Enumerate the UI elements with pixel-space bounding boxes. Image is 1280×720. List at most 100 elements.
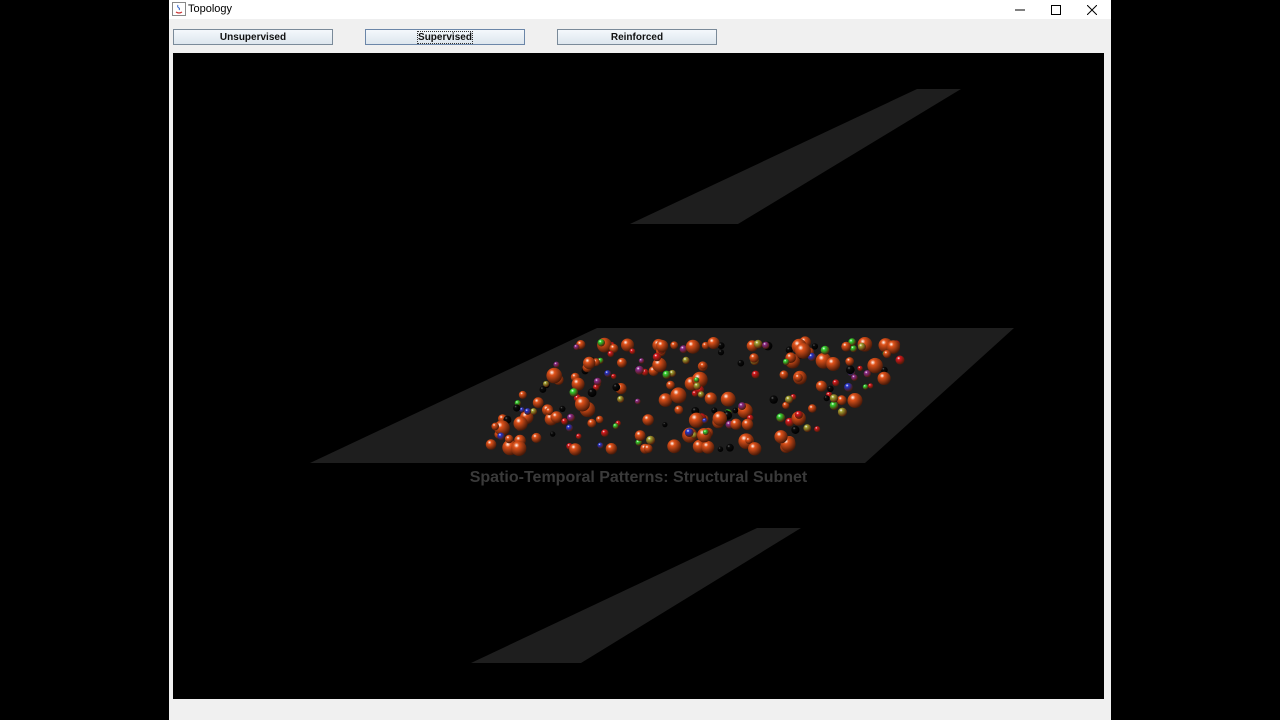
reinforced-button-label: Reinforced xyxy=(610,31,664,43)
neuron-sphere xyxy=(857,365,863,372)
neuron-sphere xyxy=(670,387,687,404)
neuron-sphere xyxy=(569,443,582,456)
neuron-sphere xyxy=(513,404,521,412)
neuron-sphere xyxy=(829,394,839,403)
neuron-sphere xyxy=(841,341,852,352)
neuron-sphere xyxy=(826,357,841,371)
neuron-sphere xyxy=(667,439,682,454)
neuron-sphere xyxy=(693,382,701,390)
minimize-button[interactable] xyxy=(1002,0,1038,19)
close-button[interactable] xyxy=(1074,0,1110,19)
neuron-sphere xyxy=(597,442,604,449)
lower-layer-plane xyxy=(471,528,801,663)
neuron-sphere xyxy=(837,407,847,417)
neuron-sphere xyxy=(745,436,753,444)
neuron-sphere xyxy=(684,428,694,437)
neuron-sphere xyxy=(895,355,905,365)
java-app-icon xyxy=(172,2,186,16)
neuron-sphere xyxy=(504,434,514,444)
neuron-sphere xyxy=(794,373,803,382)
neuron-sphere xyxy=(717,349,725,356)
application-window: Topology Unsupervised Supervised Reinfor… xyxy=(169,0,1111,720)
neuron-sphere xyxy=(791,425,800,434)
neuron-sphere xyxy=(707,337,720,349)
neuron-sphere xyxy=(513,416,528,431)
neuron-sphere xyxy=(607,350,614,358)
neuron-sphere xyxy=(530,408,537,415)
upper-layer-plane xyxy=(630,89,961,224)
neuron-sphere xyxy=(785,395,793,404)
neuron-sphere xyxy=(697,391,705,398)
scene-caption: Spatio-Temporal Patterns: Structural Sub… xyxy=(469,469,808,486)
neuron-sphere xyxy=(857,342,866,351)
supervised-button-label: Supervised xyxy=(417,30,473,44)
status-bar xyxy=(169,700,1111,720)
neuron-sphere xyxy=(642,414,654,426)
neuron-sphere xyxy=(569,388,579,397)
neuron-sphere xyxy=(811,343,819,350)
neuron-sphere xyxy=(877,371,891,385)
neuron-sphere xyxy=(674,405,684,415)
neuron-sphere xyxy=(693,377,700,383)
neuron-sphere xyxy=(652,352,662,362)
neuron-sphere xyxy=(543,380,550,388)
neuron-sphere xyxy=(732,407,739,414)
neuron-sphere xyxy=(617,395,625,403)
neuron-sphere xyxy=(776,413,786,422)
neuron-sphere xyxy=(604,370,612,377)
supervised-button[interactable]: Supervised xyxy=(365,29,525,45)
neuron-sphere xyxy=(769,395,778,404)
neuron-sphere xyxy=(699,362,707,370)
scene-svg xyxy=(310,89,1014,663)
title-bar[interactable]: Topology xyxy=(169,0,1111,19)
neuron-sphere xyxy=(611,373,617,380)
neuron-sphere xyxy=(726,443,734,452)
neuron-sphere xyxy=(717,446,724,453)
neuron-sphere xyxy=(749,353,759,363)
neuron-sphere xyxy=(868,383,874,389)
neuron-sphere xyxy=(497,432,505,440)
neuron-sphere xyxy=(862,384,869,390)
neuron-sphere xyxy=(883,350,891,358)
neuron-sphere xyxy=(656,339,669,353)
neuron-sphere xyxy=(844,382,853,392)
neuron-sphere xyxy=(662,422,668,428)
minimize-icon xyxy=(1015,9,1025,10)
neuron-sphere xyxy=(730,418,742,430)
topology-3d-canvas[interactable]: Spatio-Temporal Patterns: Structural Sub… xyxy=(173,53,1104,699)
neuron-sphere xyxy=(851,374,858,381)
neuron-sphere xyxy=(702,429,709,436)
maximize-button[interactable] xyxy=(1038,0,1074,19)
neuron-sphere xyxy=(638,358,645,364)
neuron-sphere xyxy=(832,379,840,387)
neuron-sphere xyxy=(550,431,556,437)
neuron-sphere xyxy=(597,339,605,347)
neuron-sphere xyxy=(574,396,590,412)
unsupervised-button[interactable]: Unsupervised xyxy=(173,29,333,45)
neuron-sphere xyxy=(682,356,690,364)
neuron-sphere xyxy=(635,365,644,375)
neuron-sphere xyxy=(823,395,830,402)
reinforced-button[interactable]: Reinforced xyxy=(557,29,717,45)
neuron-sphere xyxy=(559,405,566,412)
neuron-sphere xyxy=(779,370,789,380)
neuron-sphere xyxy=(845,357,854,366)
neuron-sphere xyxy=(643,444,653,453)
neuron-sphere xyxy=(565,424,573,432)
neuron-sphere xyxy=(531,432,542,443)
neuron-sphere xyxy=(762,341,770,349)
neuron-sphere xyxy=(827,385,834,393)
neuron-sphere xyxy=(702,418,708,424)
neuron-sphere xyxy=(738,402,746,410)
neuron-sphere xyxy=(524,408,532,415)
neuron-sphere xyxy=(561,418,568,425)
neuron-sphere xyxy=(662,370,671,379)
neuron-sphere xyxy=(685,339,700,354)
neuron-sphere xyxy=(704,392,717,405)
neuron-sphere xyxy=(634,398,641,405)
neuron-sphere xyxy=(518,390,527,399)
neuron-sphere xyxy=(539,386,547,393)
neuron-sphere xyxy=(612,423,619,429)
neuron-sphere xyxy=(748,442,762,456)
neuron-sphere xyxy=(753,339,763,349)
